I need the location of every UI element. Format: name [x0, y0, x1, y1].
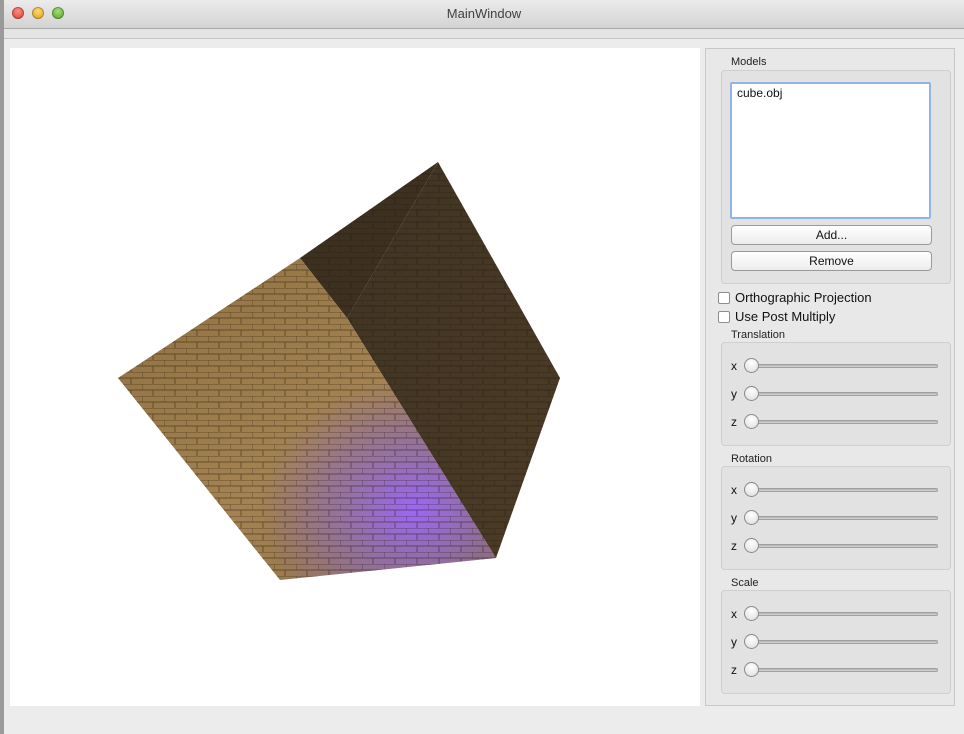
models-group-label: Models — [731, 56, 767, 68]
translation-z-handle[interactable] — [744, 414, 759, 429]
rotation-y-handle[interactable] — [744, 510, 759, 525]
rotation-z-handle[interactable] — [744, 538, 759, 553]
scale-group-label: Scale — [731, 577, 759, 589]
orthographic-label: Orthographic Projection — [735, 290, 872, 305]
post-multiply-label: Use Post Multiply — [735, 309, 836, 324]
toolbar-strip — [4, 29, 964, 39]
translation-x-slider[interactable] — [750, 364, 938, 368]
gl-viewport[interactable] — [10, 48, 700, 706]
rotation-y-slider[interactable] — [750, 516, 938, 520]
translation-y-label: y — [731, 387, 737, 401]
list-item[interactable]: cube.obj — [737, 86, 782, 100]
orthographic-checkbox[interactable] — [718, 292, 730, 304]
translation-z-slider[interactable] — [750, 420, 938, 424]
scale-y-handle[interactable] — [744, 634, 759, 649]
cube-render — [118, 162, 560, 580]
rotation-x-label: x — [731, 483, 737, 497]
window-title: MainWindow — [446, 6, 522, 21]
rotation-x-handle[interactable] — [744, 482, 759, 497]
scale-x-slider[interactable] — [750, 612, 938, 616]
scale-y-slider[interactable] — [750, 640, 938, 644]
remove-model-button[interactable]: Remove — [731, 251, 932, 271]
models-list[interactable]: cube.obj — [730, 82, 931, 219]
rotation-y-label: y — [731, 511, 737, 525]
title-bar[interactable]: MainWindow — [4, 0, 964, 29]
translation-z-label: z — [731, 415, 737, 429]
rotation-x-slider[interactable] — [750, 488, 938, 492]
scale-x-label: x — [731, 607, 737, 621]
translation-x-label: x — [731, 359, 737, 373]
scale-y-label: y — [731, 635, 737, 649]
rotation-z-slider[interactable] — [750, 544, 938, 548]
scale-z-label: z — [731, 663, 737, 677]
translation-x-handle[interactable] — [744, 358, 759, 373]
scale-z-handle[interactable] — [744, 662, 759, 677]
translation-y-handle[interactable] — [744, 386, 759, 401]
translation-group-label: Translation — [731, 329, 786, 341]
rotation-group-label: Rotation — [731, 453, 772, 465]
scale-x-handle[interactable] — [744, 606, 759, 621]
add-model-button[interactable]: Add... — [731, 225, 932, 245]
translation-y-slider[interactable] — [750, 392, 938, 396]
scale-z-slider[interactable] — [750, 668, 938, 672]
post-multiply-checkbox[interactable] — [718, 311, 730, 323]
rotation-z-label: z — [731, 539, 737, 553]
